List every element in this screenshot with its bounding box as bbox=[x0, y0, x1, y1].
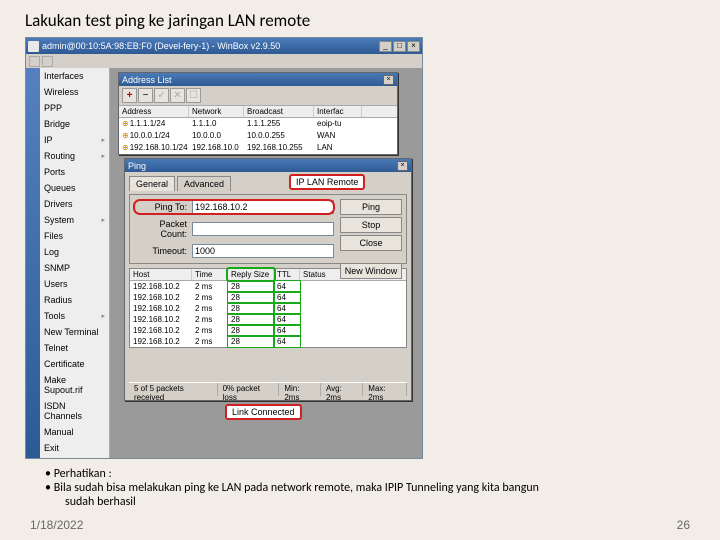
app-icon bbox=[28, 41, 39, 52]
ping-to-input[interactable] bbox=[192, 200, 334, 214]
sidebar-item-telnet[interactable]: Telnet bbox=[40, 340, 109, 356]
maximize-button[interactable]: □ bbox=[393, 41, 406, 52]
minimize-button[interactable]: _ bbox=[379, 41, 392, 52]
ping-col-header: Reply Size bbox=[228, 269, 274, 280]
ping-col-header: TTL bbox=[274, 269, 300, 280]
ping-title: Ping bbox=[128, 161, 146, 171]
sidebar-item-ip[interactable]: IP▸ bbox=[40, 132, 109, 148]
sidebar-item-drivers[interactable]: Drivers bbox=[40, 196, 109, 212]
ping-result-row: 192.168.10.22 ms2864 bbox=[130, 303, 406, 314]
address-list-titlebar: Address List × bbox=[119, 73, 397, 86]
sidebar-item-ports[interactable]: Ports bbox=[40, 164, 109, 180]
address-list-close[interactable]: × bbox=[383, 75, 394, 85]
note-bullet-cont: sudah berhasil bbox=[25, 495, 695, 509]
timeout-input[interactable] bbox=[192, 244, 334, 258]
close-button[interactable]: × bbox=[407, 41, 420, 52]
sidebar-item-certificate[interactable]: Certificate bbox=[40, 356, 109, 372]
chevron-right-icon: ▸ bbox=[101, 152, 105, 160]
chevron-right-icon: ▸ bbox=[101, 216, 105, 224]
add-button[interactable]: + bbox=[122, 88, 137, 103]
packet-count-input[interactable] bbox=[192, 222, 334, 236]
sidebar-item-log[interactable]: Log bbox=[40, 244, 109, 260]
sidebar-item-wireless[interactable]: Wireless bbox=[40, 84, 109, 100]
ping-titlebar: Ping × bbox=[125, 159, 411, 172]
ping-statusbar: 5 of 5 packets received 0% packet loss M… bbox=[129, 382, 407, 396]
toolbar-icon[interactable] bbox=[29, 56, 40, 67]
sidebar-item-ppp[interactable]: PPP bbox=[40, 100, 109, 116]
sidebar-item-routing[interactable]: Routing▸ bbox=[40, 148, 109, 164]
sidebar-item-radius[interactable]: Radius bbox=[40, 292, 109, 308]
ping-col-header: Host bbox=[130, 269, 192, 280]
address-row[interactable]: 192.168.10.1/24192.168.10.0192.168.10.25… bbox=[119, 142, 397, 154]
callout-link-connected: Link Connected bbox=[225, 404, 302, 420]
ping-result-row: 192.168.10.22 ms2864 bbox=[130, 292, 406, 303]
note-bullet: Bila sudah bisa melakukan ping ke LAN pa… bbox=[45, 481, 695, 495]
close-button[interactable]: Close bbox=[340, 235, 402, 251]
timeout-label: Timeout: bbox=[134, 246, 192, 256]
ping-result-row: 192.168.10.22 ms2864 bbox=[130, 325, 406, 336]
winbox-window: admin@00:10:5A:98:EB:F0 (Devel-fery-1) -… bbox=[25, 37, 423, 459]
ping-result-row: 192.168.10.22 ms2864 bbox=[130, 314, 406, 325]
slide-page-number: 26 bbox=[677, 518, 690, 532]
sidebar-item-users[interactable]: Users bbox=[40, 276, 109, 292]
chevron-right-icon: ▸ bbox=[101, 136, 105, 144]
side-banner: RouterOS WinBox bbox=[26, 68, 40, 458]
ping-button[interactable]: Ping bbox=[340, 199, 402, 215]
status-min: Min: 2ms bbox=[279, 383, 321, 396]
slide-notes: Perhatikan : Bila sudah bisa melakukan p… bbox=[25, 467, 695, 509]
address-list-title: Address List bbox=[122, 75, 172, 85]
packet-count-label: Packet Count: bbox=[134, 219, 192, 239]
disable-button[interactable]: ✕ bbox=[170, 88, 185, 103]
callout-ip-lan-remote: IP LAN Remote bbox=[289, 174, 365, 190]
sidebar-item-new-terminal[interactable]: New Terminal bbox=[40, 324, 109, 340]
address-header-row: AddressNetworkBroadcastInterfac bbox=[119, 106, 397, 118]
note-bullet: Perhatikan : bbox=[45, 467, 695, 481]
remove-button[interactable]: − bbox=[138, 88, 153, 103]
sidebar-item-queues[interactable]: Queues bbox=[40, 180, 109, 196]
sidebar-item-bridge[interactable]: Bridge bbox=[40, 116, 109, 132]
ping-to-row: Ping To: bbox=[134, 200, 334, 214]
ping-col-header: Time bbox=[192, 269, 228, 280]
sidebar-item-files[interactable]: Files bbox=[40, 228, 109, 244]
chevron-right-icon: ▸ bbox=[101, 312, 105, 320]
tab-advanced[interactable]: Advanced bbox=[177, 176, 231, 191]
stop-button[interactable]: Stop bbox=[340, 217, 402, 233]
ping-window-close[interactable]: × bbox=[397, 161, 408, 171]
sidebar-item-snmp[interactable]: SNMP bbox=[40, 260, 109, 276]
sidebar-item-interfaces[interactable]: Interfaces bbox=[40, 68, 109, 84]
tab-general[interactable]: General bbox=[129, 176, 175, 191]
new-window-button[interactable]: New Window bbox=[340, 263, 402, 279]
comment-button[interactable]: ☐ bbox=[186, 88, 201, 103]
status-avg: Avg: 2ms bbox=[321, 383, 363, 396]
sidebar-item-system[interactable]: System▸ bbox=[40, 212, 109, 228]
slide-date: 1/18/2022 bbox=[30, 518, 83, 532]
ping-results-grid: HostTimeReply SizeTTLStatus 192.168.10.2… bbox=[129, 268, 407, 348]
main-panel: Address List × + − ✓ ✕ ☐ AddressNetworkB… bbox=[110, 68, 422, 458]
ping-result-row: 192.168.10.22 ms2864 bbox=[130, 281, 406, 292]
enable-button[interactable]: ✓ bbox=[154, 88, 169, 103]
ping-result-row: 192.168.10.22 ms2864 bbox=[130, 336, 406, 347]
address-row[interactable]: 10.0.0.1/2410.0.0.010.0.0.255WAN bbox=[119, 130, 397, 142]
address-toolbar: + − ✓ ✕ ☐ bbox=[119, 86, 397, 106]
sidebar-item-tools[interactable]: Tools▸ bbox=[40, 308, 109, 324]
titlebar: admin@00:10:5A:98:EB:F0 (Devel-fery-1) -… bbox=[26, 38, 422, 54]
ping-window: Ping × General Advanced Ping To: bbox=[124, 158, 412, 401]
address-row[interactable]: 1.1.1.1/241.1.1.01.1.1.255eoip-tu bbox=[119, 118, 397, 130]
titlebar-text: admin@00:10:5A:98:EB:F0 (Devel-fery-1) -… bbox=[42, 41, 280, 51]
address-list-window: Address List × + − ✓ ✕ ☐ AddressNetworkB… bbox=[118, 72, 398, 155]
status-loss: 0% packet loss bbox=[218, 383, 280, 396]
toolbar bbox=[26, 54, 422, 68]
ping-to-label: Ping To: bbox=[134, 202, 192, 212]
status-received: 5 of 5 packets received bbox=[129, 383, 218, 396]
slide-title: Lakukan test ping ke jaringan LAN remote bbox=[25, 10, 695, 31]
status-max: Max: 2ms bbox=[363, 383, 407, 396]
toolbar-icon[interactable] bbox=[42, 56, 53, 67]
